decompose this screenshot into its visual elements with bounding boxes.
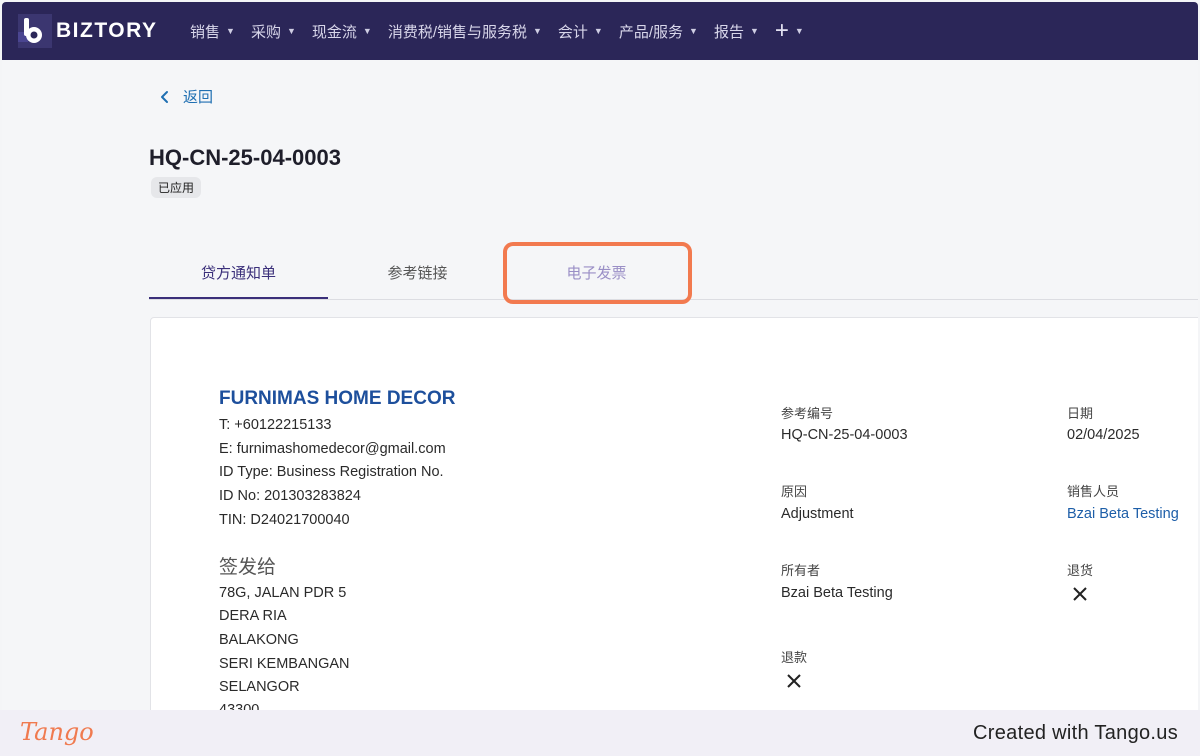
- back-link[interactable]: 返回: [157, 86, 213, 107]
- nav-products[interactable]: 产品/服务 ▼: [619, 21, 698, 42]
- refund-label: 退款: [781, 650, 808, 665]
- chevron-down-icon: ▼: [532, 26, 542, 36]
- chevron-down-icon: ▼: [794, 26, 804, 36]
- tab-reference-links[interactable]: 参考链接: [328, 250, 507, 299]
- nav-reports[interactable]: 报告 ▼: [714, 21, 759, 42]
- main-content: 返回 HQ-CN-25-04-0003 已应用 贷方通知单 参考链接 电子发票 …: [2, 60, 1198, 710]
- top-navbar: BIZTORY 销售 ▼ 采购 ▼ 现金流 ▼ 消费税/销售与服务税 ▼ 会计 ▼ 产品/…: [2, 2, 1198, 60]
- nav-cashflow[interactable]: 现金流 ▼: [312, 21, 372, 42]
- nav-sales-label: 销售: [190, 23, 221, 41]
- chevron-down-icon: ▼: [749, 26, 759, 36]
- page-title: HQ-CN-25-04-0003: [149, 145, 341, 170]
- back-label: 返回: [183, 89, 214, 106]
- tango-footer: Tango Created with Tango.us: [0, 710, 1200, 756]
- company-tin: TIN: D24021700040: [219, 512, 350, 528]
- chevron-down-icon: ▼: [593, 26, 603, 36]
- tutorial-highlight-box: [503, 242, 692, 304]
- address-line: 43300: [219, 702, 260, 710]
- main-nav: 销售 ▼ 采购 ▼ 现金流 ▼ 消费税/销售与服务税 ▼ 会计 ▼ 产品/服务 ▼ 报告 ▼ …: [190, 19, 820, 43]
- address-line: 78G, JALAN PDR 5: [219, 585, 347, 601]
- date-label: 日期: [1067, 406, 1094, 421]
- chevron-left-icon: [161, 90, 168, 103]
- salesperson-link[interactable]: Bzai Beta Testing: [1067, 506, 1179, 522]
- company-phone: T: +60122215133: [219, 417, 332, 433]
- date-value: 02/04/2025: [1067, 427, 1140, 443]
- chevron-down-icon: ▼: [286, 26, 296, 36]
- nav-cashflow-label: 现金流: [311, 23, 357, 41]
- salesperson-label: 销售人员: [1067, 484, 1120, 499]
- credit-note-card: FURNIMAS HOME DECOR T: +60122215133 E: f…: [150, 317, 1198, 710]
- nav-tax-label: 消费税/销售与服务税: [387, 23, 527, 41]
- company-id-type: ID Type: Business Registration No.: [219, 464, 444, 480]
- nav-sales[interactable]: 销售 ▼: [190, 21, 235, 42]
- ref-number-label: 参考编号: [781, 406, 834, 421]
- biztory-logo[interactable]: BIZTORY: [18, 14, 178, 48]
- address-line: DERA RIA: [219, 608, 287, 624]
- address-line: BALAKONG: [219, 632, 299, 648]
- biztory-logo-icon: [18, 14, 52, 48]
- created-with-text: Created with Tango.us: [973, 722, 1178, 744]
- nav-add[interactable]: + ▼: [775, 19, 804, 43]
- issued-to-heading: 签发给: [219, 557, 277, 578]
- chevron-down-icon: ▼: [226, 26, 235, 36]
- nav-purchases-label: 采购: [250, 23, 281, 41]
- chevron-down-icon: ▼: [689, 26, 698, 36]
- nav-products-label: 产品/服务: [618, 23, 684, 41]
- chevron-down-icon: ▼: [362, 26, 372, 36]
- status-badge: 已应用: [151, 177, 202, 198]
- nav-tax[interactable]: 消费税/销售与服务税 ▼: [388, 21, 542, 42]
- address-line: SERI KEMBANGAN: [219, 656, 350, 672]
- owner-value: Bzai Beta Testing: [781, 585, 893, 601]
- nav-purchases[interactable]: 采购 ▼: [251, 21, 296, 42]
- close-x-icon: [1073, 587, 1087, 601]
- plus-icon: +: [774, 17, 789, 44]
- company-email: E: furnimashomedecor@gmail.com: [219, 441, 446, 457]
- address-line: SELANGOR: [219, 679, 300, 695]
- nav-reports-label: 报告: [713, 23, 744, 41]
- ref-number-value: HQ-CN-25-04-0003: [781, 427, 908, 443]
- tango-logo: Tango: [20, 718, 94, 746]
- return-label: 退货: [1067, 563, 1094, 578]
- reason-value: Adjustment: [781, 506, 854, 522]
- company-id-no: ID No: 201303283824: [219, 488, 361, 504]
- nav-accounting[interactable]: 会计 ▼: [558, 21, 603, 42]
- nav-accounting-label: 会计: [557, 23, 588, 41]
- company-name: FURNIMAS HOME DECOR: [219, 388, 456, 409]
- close-x-icon: [787, 674, 801, 688]
- owner-label: 所有者: [781, 563, 821, 578]
- reason-label: 原因: [781, 484, 808, 499]
- brand-name: BIZTORY: [56, 19, 158, 42]
- tab-credit-note[interactable]: 贷方通知单: [149, 250, 328, 299]
